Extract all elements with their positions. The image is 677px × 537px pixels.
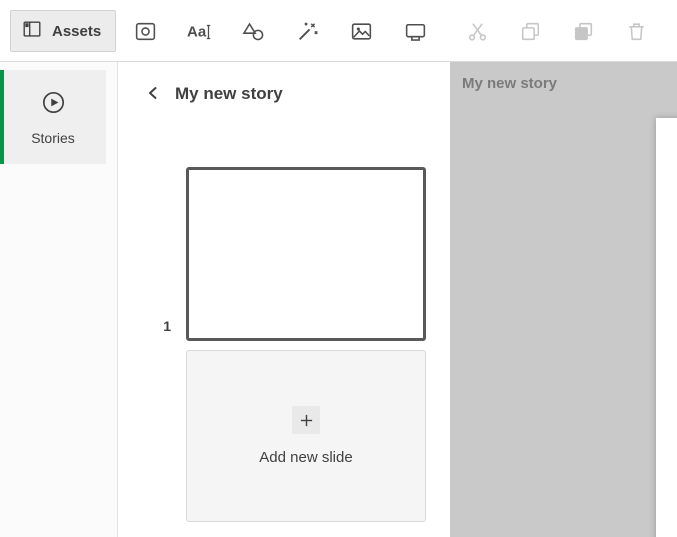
tools-group: Aa	[127, 10, 433, 52]
embed-sheet-button[interactable]	[397, 10, 433, 52]
edit-actions-group	[459, 10, 654, 52]
panel-layout-icon	[21, 18, 43, 44]
back-button[interactable]	[141, 82, 165, 106]
add-new-slide-button[interactable]: Add new slide	[186, 350, 426, 522]
sidebar-item-stories[interactable]: Stories	[0, 70, 106, 164]
slide-edit-surface[interactable]	[656, 118, 677, 537]
svg-text:Aa: Aa	[187, 23, 207, 40]
left-sidebar: Stories	[0, 62, 118, 537]
scissors-icon	[465, 19, 490, 44]
canvas-story-title: My new story	[462, 75, 557, 92]
copy-icon	[518, 19, 543, 44]
magic-wand-icon	[295, 19, 320, 44]
assets-toggle-button[interactable]: Assets	[10, 10, 116, 52]
panel-header: My new story	[141, 82, 283, 106]
text-objects-button[interactable]: Aa	[181, 10, 217, 52]
paste-button[interactable]	[565, 10, 601, 52]
chevron-left-icon	[145, 85, 161, 104]
delete-button[interactable]	[618, 10, 654, 52]
play-circle-icon	[40, 89, 67, 121]
plus-icon	[292, 406, 320, 434]
shapes-library-button[interactable]	[235, 10, 271, 52]
story-canvas-area: My new story	[450, 62, 677, 537]
copy-button[interactable]	[512, 10, 548, 52]
slide-number: 1	[143, 318, 171, 334]
cut-button[interactable]	[459, 10, 495, 52]
story-editor-window: Assets Aa	[0, 0, 677, 537]
sheet-icon	[403, 19, 428, 44]
slide-thumbnail[interactable]	[186, 167, 426, 341]
top-toolbar: Assets Aa	[0, 0, 677, 62]
story-slides-panel: My new story 1 Add new slide	[119, 62, 450, 537]
snapshot-library-button[interactable]	[127, 10, 163, 52]
media-library-button[interactable]	[343, 10, 379, 52]
add-new-slide-label: Add new slide	[259, 449, 352, 466]
trash-icon	[624, 19, 649, 44]
paste-icon	[571, 19, 596, 44]
sidebar-item-label: Stories	[31, 130, 75, 146]
effects-library-button[interactable]	[289, 10, 325, 52]
shapes-icon	[241, 19, 266, 44]
assets-label: Assets	[52, 23, 101, 40]
text-icon: Aa	[186, 19, 212, 44]
image-icon	[349, 19, 374, 44]
story-title: My new story	[175, 84, 283, 104]
snapshot-icon	[133, 19, 158, 44]
